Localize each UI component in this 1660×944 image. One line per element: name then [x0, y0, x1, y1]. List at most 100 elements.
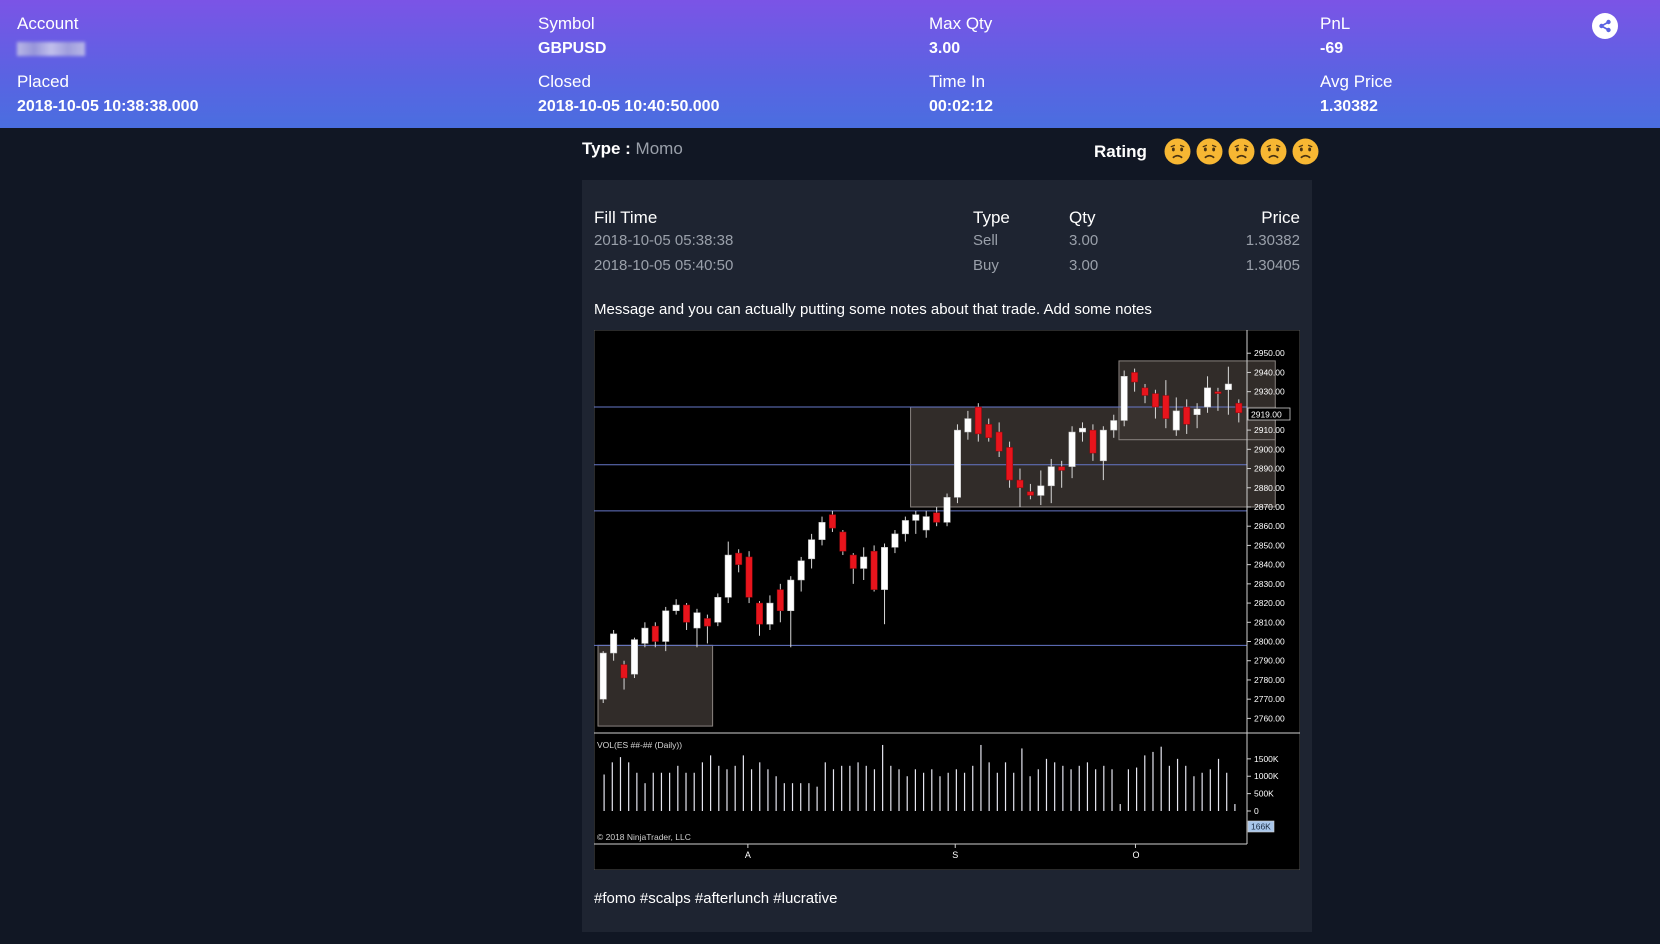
- pnl-field: PnL -69: [1320, 14, 1350, 59]
- y-axis-tick-label: 2760.00: [1254, 713, 1285, 723]
- candle: [1162, 395, 1170, 419]
- candle: [1120, 376, 1128, 421]
- candle: [776, 589, 784, 612]
- y-axis-tick-label: 2770.00: [1254, 694, 1285, 704]
- candle: [1151, 393, 1159, 408]
- time-in-label: Time In: [929, 72, 986, 91]
- range-zone: [597, 644, 714, 727]
- candle: [787, 579, 795, 612]
- candle: [735, 552, 743, 565]
- candle: [610, 633, 618, 654]
- max-qty-label: Max Qty: [929, 14, 993, 33]
- candle: [808, 539, 816, 560]
- candle: [1235, 402, 1243, 414]
- candle: [797, 560, 805, 581]
- avg-price-label: Avg Price: [1320, 72, 1393, 91]
- candle: [922, 516, 930, 531]
- fill-qty-cell: 3.00: [1069, 232, 1099, 249]
- table-row: 2018-10-05 05:38:38 Sell 3.00 1.30382: [594, 232, 1300, 254]
- candle: [1068, 431, 1076, 467]
- y-axis-tick-label: 2950.00: [1254, 348, 1285, 358]
- avg-price-value: 1.30382: [1320, 98, 1378, 115]
- fill-qty-cell: 3.00: [1069, 257, 1099, 274]
- candle: [1110, 420, 1118, 431]
- y-axis-tick-label: 2940.00: [1254, 367, 1285, 377]
- candle: [870, 550, 878, 590]
- candle: [901, 520, 909, 535]
- candle: [1172, 410, 1180, 431]
- candle: [1204, 387, 1212, 408]
- candle: [620, 664, 628, 679]
- volume-label: VOL(ES ##-## (Daily)): [597, 740, 682, 750]
- y-axis-tick-label: 2860.00: [1254, 521, 1285, 531]
- trade-chart: 2950.002940.002930.002920.002910.002900.…: [593, 329, 1301, 871]
- account-label: Account: [17, 14, 79, 33]
- sad-face-icon[interactable]: [1260, 138, 1287, 165]
- candle: [974, 406, 982, 435]
- candle: [693, 612, 701, 629]
- sad-face-icon[interactable]: [1228, 138, 1255, 165]
- share-button[interactable]: [1592, 13, 1618, 39]
- volume-axis-tick-label: 1500K: [1254, 754, 1279, 764]
- candle: [953, 429, 961, 498]
- candle: [703, 618, 711, 627]
- y-axis-tick-label: 2810.00: [1254, 617, 1285, 627]
- candle: [1224, 383, 1232, 390]
- placed-value: 2018-10-05 10:38:38.000: [17, 98, 199, 115]
- y-axis-tick-label: 2930.00: [1254, 387, 1285, 397]
- sad-face-icon[interactable]: [1164, 138, 1191, 165]
- candle: [1131, 372, 1139, 383]
- sad-face-icon[interactable]: [1292, 138, 1319, 165]
- current-price-label: 2919.00: [1251, 410, 1282, 420]
- y-axis-tick-label: 2830.00: [1254, 579, 1285, 589]
- time-in-field: Time In 00:02:12: [929, 72, 993, 117]
- candle: [849, 554, 857, 569]
- y-axis-tick-label: 2850.00: [1254, 540, 1285, 550]
- fill-price-cell: 1.30405: [1245, 257, 1300, 274]
- y-axis-tick-label: 2880.00: [1254, 483, 1285, 493]
- trade-tags[interactable]: #fomo #scalps #afterlunch #lucrative: [594, 890, 837, 907]
- symbol-field: Symbol GBPUSD: [538, 14, 606, 59]
- candle: [891, 533, 899, 548]
- candle: [860, 556, 868, 569]
- x-axis-tick-label: O: [1132, 850, 1139, 860]
- y-axis-tick-label: 2820.00: [1254, 598, 1285, 608]
- sad-face-icon[interactable]: [1196, 138, 1223, 165]
- placed-field: Placed 2018-10-05 10:38:38.000: [17, 72, 198, 117]
- candle: [1141, 387, 1149, 396]
- candle: [1026, 491, 1034, 496]
- candle: [683, 604, 691, 623]
- candle: [1099, 429, 1107, 462]
- rating-label: Rating: [1094, 141, 1147, 161]
- type-label: Type :: [582, 139, 631, 158]
- candle: [933, 512, 941, 523]
- trade-notes[interactable]: Message and you can actually putting som…: [594, 301, 1152, 318]
- candle: [1006, 447, 1014, 481]
- pnl-label: PnL: [1320, 14, 1351, 33]
- candle: [1047, 466, 1055, 487]
- candle: [641, 627, 649, 644]
- type-value[interactable]: Momo: [636, 139, 683, 158]
- trade-detail-card: Fill Time Type Qty Price 2018-10-05 05:3…: [582, 180, 1312, 932]
- fill-time-header: Fill Time: [594, 208, 658, 227]
- closed-field: Closed 2018-10-05 10:40:50.000: [538, 72, 719, 117]
- trade-type: Type : Momo: [582, 139, 683, 159]
- candle: [943, 497, 951, 523]
- candle: [756, 602, 763, 625]
- trade-summary-header: Account Symbol GBPUSD Max Qty 3.00 PnL -…: [0, 0, 1660, 128]
- y-axis-tick-label: 2800.00: [1254, 637, 1285, 647]
- placed-label: Placed: [17, 72, 69, 91]
- fill-type-cell: Buy: [973, 257, 999, 274]
- candle: [599, 652, 607, 700]
- candle: [881, 547, 889, 590]
- candle: [1058, 466, 1066, 471]
- fill-type-cell: Sell: [973, 232, 999, 249]
- table-row: 2018-10-05 05:40:50 Buy 3.00 1.30405: [594, 257, 1300, 279]
- candlestick-chart: 2950.002940.002930.002920.002910.002900.…: [593, 329, 1301, 871]
- candle: [1193, 408, 1201, 415]
- chart-copyright: © 2018 NinjaTrader, LLC: [597, 832, 691, 842]
- y-axis-tick-label: 2870.00: [1254, 502, 1285, 512]
- candle: [1183, 406, 1191, 425]
- candle: [662, 610, 670, 642]
- candle: [818, 522, 826, 540]
